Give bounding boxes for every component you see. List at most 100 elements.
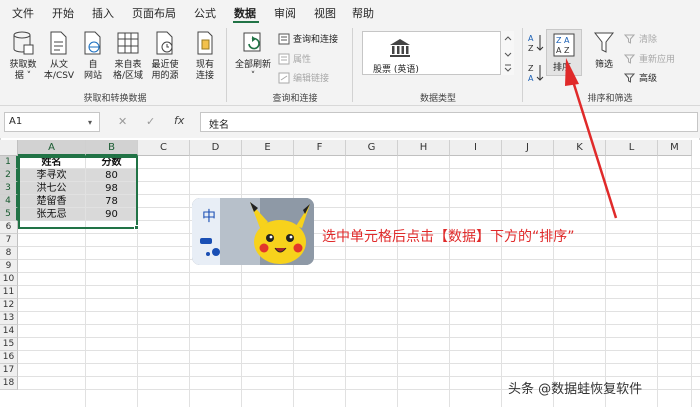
row-header-6[interactable]: 6 <box>0 221 18 234</box>
menu-formulas[interactable]: 公式 <box>194 5 216 21</box>
menu-file[interactable]: 文件 <box>12 5 34 21</box>
data-type-gallery[interactable]: 股票 (英语) <box>362 31 514 75</box>
row-header-7[interactable]: 7 <box>0 234 18 247</box>
row-header-9[interactable]: 9 <box>0 260 18 273</box>
queries-connections-button[interactable]: 查询和连接 <box>278 32 338 45</box>
insert-function-icon[interactable]: fx <box>174 114 184 127</box>
filter-button[interactable]: 筛选 <box>590 30 618 71</box>
advanced-filter-button[interactable]: 高级 <box>624 71 657 84</box>
name-box-dropdown-icon[interactable]: ▾ <box>88 118 92 127</box>
row-header-13[interactable]: 13 <box>0 312 18 325</box>
group-label-sort-filter: 排序和筛选 <box>587 94 633 104</box>
svg-text:A: A <box>564 36 570 45</box>
table-icon <box>117 32 139 54</box>
row-header-4[interactable]: 4 <box>0 195 18 208</box>
svg-text:A: A <box>528 74 534 83</box>
select-all-corner[interactable] <box>0 140 18 156</box>
column-header-h[interactable]: H <box>398 140 450 156</box>
edit-links-button[interactable]: 编辑链接 <box>278 71 329 84</box>
from-text-csv-button[interactable]: 从文 本/CSV <box>42 30 76 82</box>
sort-descending-button[interactable]: ZA <box>528 62 544 88</box>
clear-filter-icon <box>624 34 636 44</box>
row-header-1[interactable]: 1 <box>0 156 18 169</box>
row-header-2[interactable]: 2 <box>0 169 18 182</box>
row-header-14[interactable]: 14 <box>0 325 18 338</box>
ribbon-divider <box>522 28 523 102</box>
menu-page-layout[interactable]: 页面布局 <box>132 5 176 21</box>
name-box[interactable]: A1 <box>4 112 100 132</box>
group-label-data-types: 数据类型 <box>419 94 456 104</box>
confirm-icon[interactable]: ✓ <box>146 115 155 128</box>
group-label-queries: 查询和连接 <box>272 94 318 104</box>
row-header-8[interactable]: 8 <box>0 247 18 260</box>
clear-filter-button[interactable]: 清除 <box>624 32 657 45</box>
active-tab-underline <box>233 21 259 23</box>
pikachu-sticker: 中 <box>192 198 314 265</box>
menu-help[interactable]: 帮助 <box>352 5 374 21</box>
column-header-d[interactable]: D <box>190 140 242 156</box>
column-header-k[interactable]: K <box>554 140 606 156</box>
formula-input[interactable]: 姓名 <box>200 112 698 132</box>
web-page-icon <box>84 31 101 55</box>
cancel-icon[interactable]: ✕ <box>118 115 127 128</box>
menu-insert[interactable]: 插入 <box>92 5 114 21</box>
fill-handle[interactable] <box>134 225 139 230</box>
column-header-f[interactable]: F <box>294 140 346 156</box>
menu-review[interactable]: 审阅 <box>274 5 296 21</box>
ribbon-divider <box>226 28 227 102</box>
column-header-a[interactable]: A <box>18 140 86 156</box>
properties-button[interactable]: 属性 <box>278 52 311 65</box>
refresh-all-button[interactable]: 全部刷新 ˅ <box>232 30 274 82</box>
svg-text:Z: Z <box>528 44 534 53</box>
column-header-m[interactable]: M <box>658 140 692 156</box>
ribbon-divider <box>352 28 353 102</box>
row-header-5[interactable]: 5 <box>0 208 18 221</box>
from-web-button[interactable]: 自 网站 <box>78 30 108 82</box>
row-header-12[interactable]: 12 <box>0 299 18 312</box>
svg-text:Z: Z <box>528 64 534 73</box>
sort-za-icon: ZA <box>528 64 544 83</box>
advanced-filter-icon <box>624 73 636 83</box>
row-header-16[interactable]: 16 <box>0 351 18 364</box>
sticker-char: 中 <box>202 209 216 225</box>
column-header-j[interactable]: J <box>502 140 554 156</box>
reapply-button[interactable]: 重新应用 <box>624 52 675 65</box>
svg-text:Z: Z <box>556 36 562 45</box>
menu-bar: 文件 开始 插入 页面布局 公式 数据 审阅 视图 帮助 <box>0 0 700 24</box>
row-header-11[interactable]: 11 <box>0 286 18 299</box>
svg-text:A: A <box>528 34 534 43</box>
column-header-b[interactable]: B <box>86 140 138 156</box>
sort-az-icon: AZ <box>528 34 544 53</box>
column-header-i[interactable]: I <box>450 140 502 156</box>
gallery-scroll[interactable] <box>500 31 514 75</box>
ribbon: 获取数 据 ˅ 从文 本/CSV 自 网站 来自表 格/区域 最近使 用的源 现… <box>0 24 700 106</box>
row-header-17[interactable]: 17 <box>0 364 18 377</box>
from-table-range-button[interactable]: 来自表 格/区域 <box>110 30 146 82</box>
sort-ascending-button[interactable]: AZ <box>528 32 544 58</box>
column-header-l[interactable]: L <box>606 140 658 156</box>
row-header-15[interactable]: 15 <box>0 338 18 351</box>
watermark: 头条 @数据蛙恢复软件 <box>508 382 643 397</box>
column-header-c[interactable]: C <box>138 140 190 156</box>
svg-text:Z: Z <box>564 46 570 55</box>
get-data-button[interactable]: 获取数 据 ˅ <box>6 30 40 82</box>
row-header-10[interactable]: 10 <box>0 273 18 286</box>
row-header-3[interactable]: 3 <box>0 182 18 195</box>
menu-data[interactable]: 数据 <box>234 5 256 21</box>
annotation-text: 选中单元格后点击【数据】下方的“排序” <box>322 229 575 245</box>
menu-view[interactable]: 视图 <box>314 5 336 21</box>
column-header-e[interactable]: E <box>242 140 294 156</box>
formula-controls: ✕ ✓ fx <box>110 112 196 132</box>
gallery-arrows-icon <box>504 36 512 72</box>
selection-range <box>18 156 138 229</box>
sort-button[interactable]: ZAAZ 排序 <box>546 29 582 76</box>
stock-type-label: 股票 (英语) <box>373 65 419 75</box>
existing-connections-button[interactable]: 现有 连接 <box>190 30 220 82</box>
column-header-g[interactable]: G <box>346 140 398 156</box>
group-label-get-transform: 获取和转换数据 <box>83 94 147 104</box>
menu-home[interactable]: 开始 <box>52 5 74 21</box>
database-icon <box>13 31 34 55</box>
sort-label: 排序 <box>553 63 572 73</box>
recent-sources-button[interactable]: 最近使 用的源 <box>148 30 182 82</box>
row-header-18[interactable]: 18 <box>0 377 18 390</box>
